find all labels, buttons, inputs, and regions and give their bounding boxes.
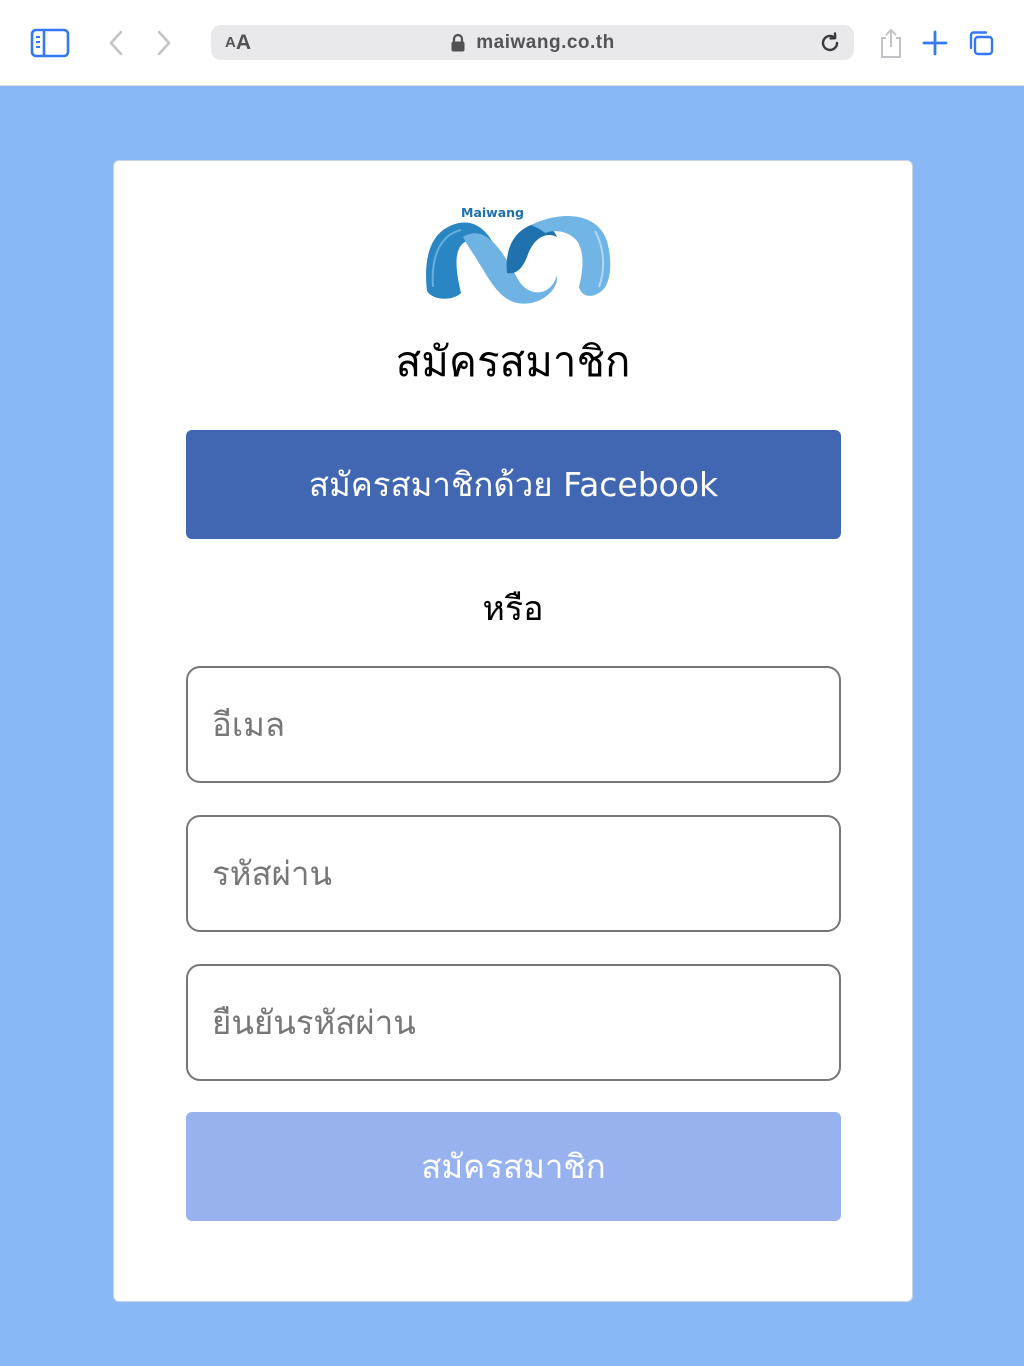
confirm-password-field[interactable] bbox=[186, 964, 841, 1081]
text-size-button[interactable]: A A bbox=[225, 25, 265, 60]
text-size-small-label: A bbox=[225, 34, 236, 51]
page-title: สมัครสมาชิก bbox=[395, 337, 631, 386]
reload-button[interactable] bbox=[816, 29, 844, 57]
lock-icon bbox=[451, 33, 465, 51]
register-card: Maiwang สมัครสมาชิก สมัครสมาชิกด้วย Face… bbox=[113, 160, 913, 1302]
maiwang-logo[interactable]: Maiwang bbox=[419, 201, 614, 311]
password-field[interactable] bbox=[186, 815, 841, 932]
share-icon bbox=[881, 28, 901, 58]
address-bar[interactable]: A A maiwang.co.th bbox=[211, 25, 854, 60]
forward-button[interactable] bbox=[148, 26, 180, 60]
plus-icon bbox=[922, 30, 948, 56]
maiwang-logo-graphic: Maiwang bbox=[426, 205, 611, 304]
or-divider-text: หรือ bbox=[482, 589, 544, 629]
facebook-register-button[interactable]: สมัครสมาชิกด้วย Facebook bbox=[186, 430, 841, 539]
register-submit-button[interactable]: สมัครสมาชิก bbox=[186, 1112, 841, 1221]
email-field[interactable] bbox=[186, 666, 841, 783]
tabs-icon bbox=[969, 31, 994, 56]
share-button[interactable] bbox=[874, 24, 908, 62]
url-text: maiwang.co.th bbox=[476, 31, 615, 53]
back-button[interactable] bbox=[100, 26, 132, 60]
sidebar-icon bbox=[30, 28, 70, 58]
url-container: maiwang.co.th bbox=[211, 25, 854, 60]
reload-icon bbox=[821, 32, 839, 52]
sidebar-toggle-button[interactable] bbox=[28, 26, 72, 60]
logo-text: Maiwang bbox=[461, 205, 524, 220]
text-size-big-label: A bbox=[235, 30, 252, 54]
tabs-overview-button[interactable] bbox=[962, 24, 1000, 62]
browser-toolbar: A A maiwang.co.th bbox=[0, 0, 1024, 86]
chevron-left-icon bbox=[109, 30, 123, 56]
chevron-right-icon bbox=[157, 30, 171, 56]
new-tab-button[interactable] bbox=[918, 24, 952, 62]
